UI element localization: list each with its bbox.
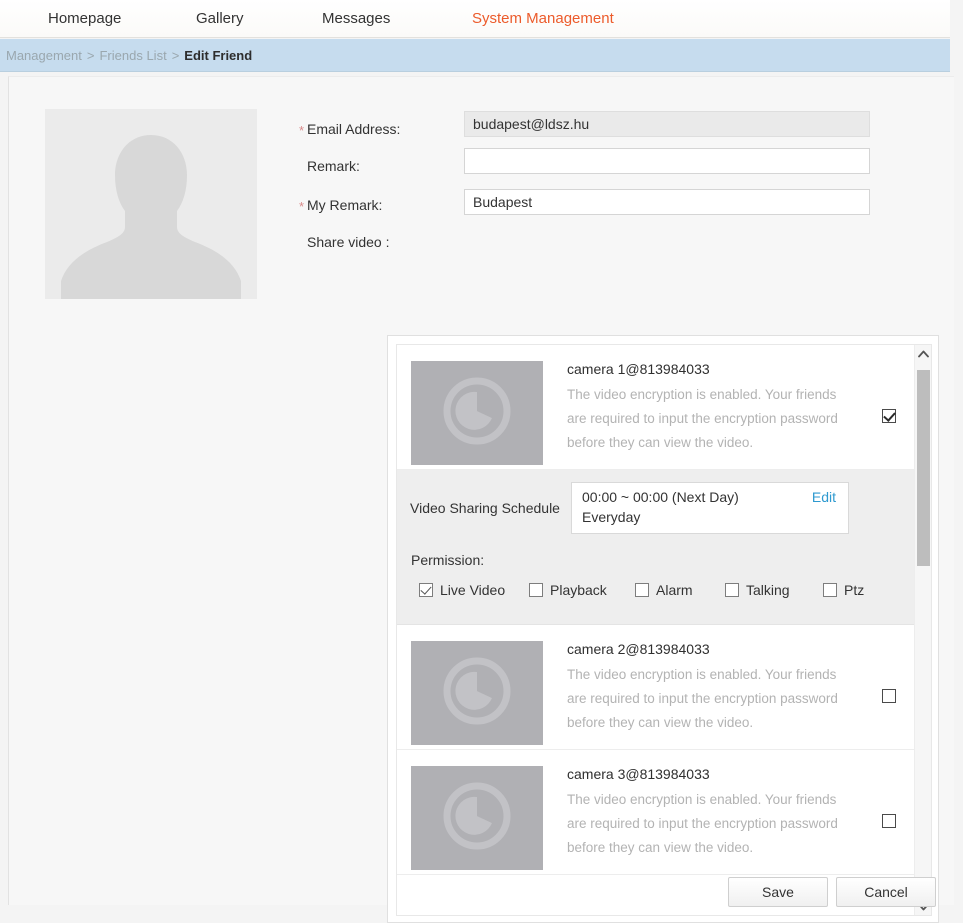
- video-placeholder-icon: [411, 641, 543, 745]
- permission-label: Permission:: [411, 552, 485, 568]
- share-video-label: Share video :: [307, 234, 390, 250]
- nav-item-homepage[interactable]: Homepage: [42, 10, 127, 27]
- remark-input[interactable]: [464, 148, 870, 174]
- permission-checkbox-playback[interactable]: [529, 583, 543, 597]
- camera-encryption-notice: The video encryption is enabled. Your fr…: [567, 667, 838, 730]
- permission-checkbox-alarm[interactable]: [635, 583, 649, 597]
- schedule-value-box: 00:00 ~ 00:00 (Next Day) Everyday Edit: [571, 482, 849, 534]
- camera-info: camera 3@813984033 The video encryption i…: [567, 766, 857, 860]
- camera-list-scrollbar[interactable]: [914, 345, 931, 915]
- schedule-edit-link[interactable]: Edit: [812, 489, 836, 505]
- content-panel: *Email Address:Remark:*My Remark:Share v…: [8, 76, 954, 923]
- breadcrumb-separator: >: [86, 47, 95, 63]
- my-remark-input[interactable]: [464, 189, 870, 215]
- camera-encryption-notice: The video encryption is enabled. Your fr…: [567, 387, 838, 450]
- email-input[interactable]: [464, 111, 870, 137]
- email-label: Email Address:: [307, 121, 401, 137]
- camera-share-checkbox[interactable]: [882, 813, 896, 828]
- permission-option-label: Alarm: [656, 582, 693, 598]
- schedule-days: Everyday: [582, 509, 641, 525]
- email-required-marker: *: [299, 123, 305, 138]
- camera-share-checkbox-wrap: [882, 812, 896, 830]
- nav-item-system-management[interactable]: System Management: [466, 10, 620, 27]
- cancel-button[interactable]: Cancel: [836, 877, 936, 907]
- camera-title: camera 2@813984033: [567, 641, 710, 657]
- camera-title: camera 1@813984033: [567, 361, 710, 377]
- breadcrumb-separator: >: [171, 47, 180, 63]
- my_remark-required-marker: *: [299, 199, 305, 214]
- permission-talking[interactable]: Talking: [725, 582, 790, 598]
- share-video-panel: camera 1@813984033 The video encryption i…: [387, 335, 939, 923]
- top-navigation-bar: Homepage Gallery Messages System Management: [0, 0, 950, 38]
- video-placeholder-icon: [411, 361, 543, 465]
- form-actions: Save Cancel: [9, 863, 955, 923]
- camera-thumbnail: [411, 641, 543, 745]
- permission-checkbox-ptz[interactable]: [823, 583, 837, 597]
- video-sharing-schedule-block: Video Sharing Schedule 00:00 ~ 00:00 (Nex…: [397, 470, 916, 625]
- permission-option-label: Live Video: [440, 582, 506, 598]
- permission-live-video[interactable]: Live Video: [419, 582, 505, 598]
- breadcrumb-item-friends-list[interactable]: Friends List: [99, 48, 166, 63]
- permission-option-label: Talking: [746, 582, 790, 598]
- nav-item-gallery[interactable]: Gallery: [190, 10, 250, 27]
- permission-playback[interactable]: Playback: [529, 582, 607, 598]
- chevron-up-icon: [918, 350, 929, 357]
- remark-label: Remark:: [307, 158, 360, 174]
- permission-alarm[interactable]: Alarm: [635, 582, 693, 598]
- share-video-list-container: camera 1@813984033 The video encryption i…: [396, 344, 932, 916]
- camera-list: camera 1@813984033 The video encryption i…: [397, 345, 916, 915]
- avatar: [45, 109, 257, 299]
- schedule-time-range: 00:00 ~ 00:00 (Next Day): [582, 489, 739, 505]
- schedule-label: Video Sharing Schedule: [410, 500, 560, 516]
- camera-encryption-notice: The video encryption is enabled. Your fr…: [567, 792, 838, 855]
- scrollbar-thumb[interactable]: [917, 370, 930, 566]
- camera-list-item[interactable]: camera 2@813984033 The video encryption i…: [397, 625, 916, 750]
- video-placeholder-icon: [411, 766, 543, 870]
- nav-item-messages[interactable]: Messages: [316, 10, 396, 27]
- camera-share-checkbox-wrap: [882, 687, 896, 705]
- avatar-placeholder-icon: [45, 109, 257, 299]
- camera-share-checkbox[interactable]: [882, 688, 896, 703]
- permission-ptz[interactable]: Ptz: [823, 582, 864, 598]
- breadcrumb: Management > Friends List > Edit Friend: [0, 39, 950, 72]
- permission-option-label: Ptz: [844, 582, 865, 598]
- camera-title: camera 3@813984033: [567, 766, 710, 782]
- camera-thumbnail: [411, 361, 543, 465]
- camera-share-checkbox[interactable]: [882, 408, 896, 423]
- camera-list-item[interactable]: camera 3@813984033 The video encryption i…: [397, 750, 916, 875]
- permission-checkbox-live-video[interactable]: [419, 583, 433, 597]
- breadcrumb-item-edit-friend: Edit Friend: [184, 47, 253, 63]
- save-button[interactable]: Save: [728, 877, 828, 907]
- camera-list-item[interactable]: camera 1@813984033 The video encryption i…: [397, 345, 916, 470]
- camera-info: camera 1@813984033 The video encryption i…: [567, 361, 857, 455]
- permission-option-label: Playback: [550, 582, 607, 598]
- camera-share-checkbox-wrap: [882, 407, 896, 425]
- camera-thumbnail: [411, 766, 543, 870]
- permission-checkbox-talking[interactable]: [725, 583, 739, 597]
- my_remark-label: My Remark:: [307, 197, 383, 213]
- scroll-up-arrow-icon[interactable]: [915, 345, 931, 362]
- camera-info: camera 2@813984033 The video encryption i…: [567, 641, 857, 735]
- breadcrumb-item-management[interactable]: Management: [6, 48, 82, 63]
